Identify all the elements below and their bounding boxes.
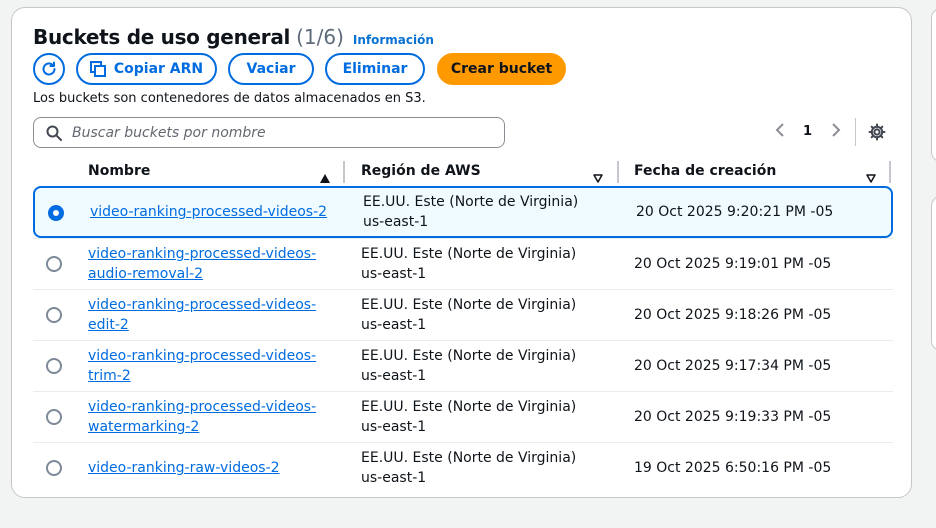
pagination-divider — [855, 118, 856, 146]
column-header-region[interactable]: Región de AWS — [361, 163, 481, 179]
row-radio[interactable] — [46, 256, 62, 272]
column-divider[interactable] — [889, 161, 891, 183]
bucket-name-link[interactable]: video-ranking-processed-videos-2 — [90, 202, 340, 222]
chevron-right-icon — [832, 123, 841, 137]
bucket-created: 20 Oct 2025 9:18:26 PM -05 — [634, 307, 832, 323]
table-row[interactable]: video-ranking-processed-videos-edit-2 EE… — [33, 289, 893, 340]
bucket-region: EE.UU. Este (Norte de Virginia) us-east-… — [361, 399, 577, 435]
chevron-left-icon — [775, 123, 784, 137]
bucket-created: 20 Oct 2025 9:17:34 PM -05 — [634, 358, 832, 374]
bucket-name-link[interactable]: video-ranking-processed-videos-audio-rem… — [88, 244, 338, 284]
row-radio[interactable] — [48, 205, 64, 221]
row-radio[interactable] — [46, 409, 62, 425]
row-radio[interactable] — [46, 358, 62, 374]
bucket-region: EE.UU. Este (Norte de Virginia) us-east-… — [361, 348, 577, 384]
sort-ascending-icon[interactable] — [320, 168, 330, 187]
bucket-name-link[interactable]: video-ranking-raw-videos-2 — [88, 458, 338, 478]
copy-arn-label: Copiar ARN — [113, 61, 204, 77]
bucket-region: EE.UU. Este (Norte de Virginia) us-east-… — [361, 297, 577, 333]
buckets-panel: Buckets de uso general (1/6) Información… — [11, 7, 912, 498]
table-row[interactable]: video-ranking-processed-videos-watermark… — [33, 391, 893, 442]
panel-header: Buckets de uso general (1/6) Información — [33, 25, 434, 49]
create-bucket-button[interactable]: Crear bucket — [437, 53, 566, 85]
row-radio[interactable] — [46, 460, 62, 476]
bucket-created: 20 Oct 2025 9:20:21 PM -05 — [636, 204, 834, 220]
sort-descending-icon[interactable] — [593, 168, 603, 187]
previous-page-button[interactable] — [774, 123, 786, 141]
bucket-name-link[interactable]: video-ranking-processed-videos-watermark… — [88, 397, 338, 437]
copy-arn-button[interactable]: Copiar ARN — [76, 53, 217, 85]
bucket-name-link[interactable]: video-ranking-processed-videos-trim-2 — [88, 346, 338, 386]
table-row[interactable]: video-ranking-raw-videos-2 EE.UU. Este (… — [33, 442, 893, 493]
search-input[interactable]: Buscar buckets por nombre — [33, 117, 505, 148]
column-header-name[interactable]: Nombre — [88, 163, 150, 179]
panel-description: Los buckets son contenedores de datos al… — [33, 91, 426, 106]
column-header-created[interactable]: Fecha de creación — [634, 163, 776, 179]
search-placeholder: Buscar buckets por nombre — [72, 124, 266, 141]
table-row[interactable]: video-ranking-processed-videos-audio-rem… — [33, 238, 893, 289]
bucket-created: 19 Oct 2025 6:50:16 PM -05 — [634, 460, 832, 476]
column-divider[interactable] — [343, 161, 345, 183]
delete-button[interactable]: Eliminar — [325, 53, 425, 85]
selection-count: (1/6) — [296, 25, 344, 49]
bucket-created: 20 Oct 2025 9:19:01 PM -05 — [634, 256, 832, 272]
next-page-button[interactable] — [830, 123, 842, 141]
bucket-created: 20 Oct 2025 9:19:33 PM -05 — [634, 409, 832, 425]
info-link[interactable]: Información — [353, 33, 434, 47]
table-row[interactable]: video-ranking-processed-videos-2 EE.UU. … — [33, 186, 893, 238]
adjacent-panel-bottom — [931, 196, 936, 351]
refresh-icon — [42, 61, 56, 76]
gear-icon — [868, 123, 886, 141]
search-icon — [46, 125, 62, 141]
copy-icon — [89, 61, 106, 77]
empty-button[interactable]: Vaciar — [228, 53, 314, 85]
refresh-button[interactable] — [33, 53, 65, 85]
preferences-button[interactable] — [868, 123, 886, 145]
current-page[interactable]: 1 — [803, 124, 812, 139]
column-divider[interactable] — [617, 161, 619, 183]
panel-title: Buckets de uso general — [33, 25, 291, 49]
row-radio[interactable] — [46, 307, 62, 323]
bucket-name-link[interactable]: video-ranking-processed-videos-edit-2 — [88, 295, 338, 335]
bucket-region: EE.UU. Este (Norte de Virginia) us-east-… — [361, 450, 577, 486]
table-header: Nombre Región de AWS Fecha de creación — [33, 161, 893, 187]
sort-descending-icon[interactable] — [866, 168, 876, 187]
table-row[interactable]: video-ranking-processed-videos-trim-2 EE… — [33, 340, 893, 391]
bucket-region: EE.UU. Este (Norte de Virginia) us-east-… — [363, 194, 579, 230]
adjacent-panel-top — [931, 8, 936, 162]
bucket-region: EE.UU. Este (Norte de Virginia) us-east-… — [361, 246, 577, 282]
